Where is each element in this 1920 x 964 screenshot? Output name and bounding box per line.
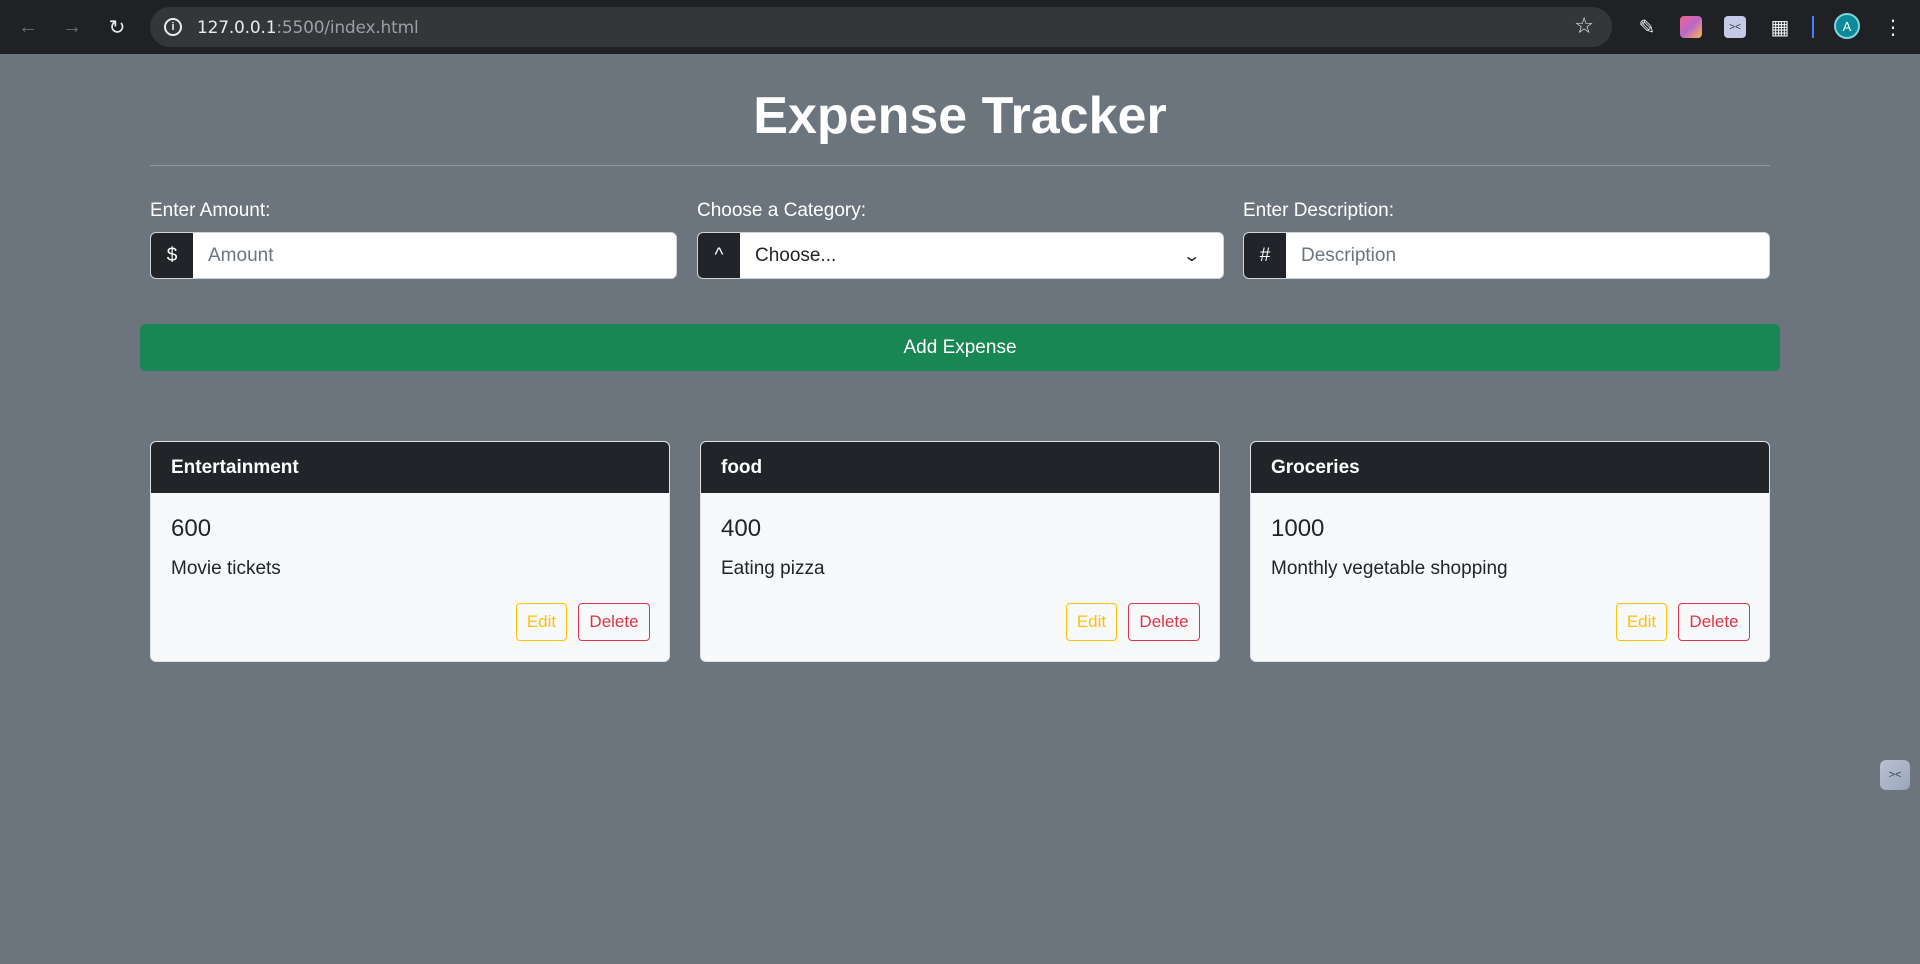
description-label: Enter Description: (1243, 200, 1395, 221)
extensions-puzzle-icon[interactable]: ▦ (1765, 12, 1795, 42)
edit-button[interactable]: Edit (516, 603, 567, 641)
hash-addon: # (1244, 233, 1286, 278)
category-selected-value: Choose... (755, 244, 837, 266)
title-divider (150, 165, 1770, 166)
url-host: 127.0.0.1 (197, 18, 277, 38)
amount-label: Enter Amount: (150, 200, 271, 221)
extension-face-icon[interactable]: >< (1720, 12, 1750, 42)
description-input[interactable] (1286, 233, 1769, 278)
bookmark-star-icon[interactable]: ☆ (1574, 13, 1594, 39)
chevron-down-icon: ⌄ (1181, 247, 1201, 265)
toolbar-divider (1812, 16, 1814, 38)
url-text[interactable]: 127.0.0.1:5500/index.html (197, 18, 419, 38)
category-label: Choose a Category: (697, 200, 866, 221)
address-bar[interactable]: i 127.0.0.1:5500/index.html ☆ (150, 7, 1612, 47)
expense-card: Entertainment 600 Movie tickets Edit Del… (150, 441, 670, 662)
caret-addon: ^ (698, 233, 740, 278)
expense-description: Monthly vegetable shopping (1271, 558, 1508, 579)
url-path: :5500/index.html (276, 18, 419, 38)
forward-icon[interactable]: → (58, 13, 86, 41)
site-info-icon[interactable]: i (164, 18, 182, 36)
page-title: Expense Tracker (753, 87, 1167, 145)
reload-icon[interactable]: ↻ (103, 13, 131, 41)
expense-card: Groceries 1000 Monthly vegetable shoppin… (1250, 441, 1770, 662)
description-field-group: Enter Description: # (1243, 200, 1770, 279)
delete-button[interactable]: Delete (1678, 603, 1750, 641)
add-expense-button[interactable]: Add Expense (140, 324, 1780, 371)
page-content: Expense Tracker Enter Amount: $ Choose a… (0, 54, 1920, 964)
amount-field-group: Enter Amount: $ (150, 200, 677, 279)
delete-button[interactable]: Delete (578, 603, 650, 641)
amount-input[interactable] (193, 233, 676, 278)
profile-avatar[interactable]: A (1834, 13, 1860, 39)
category-select[interactable]: Choose... ⌄ (740, 233, 1223, 278)
more-menu-icon[interactable]: ⋮ (1878, 12, 1908, 42)
eyedropper-icon[interactable]: ✎ (1632, 12, 1662, 42)
back-icon[interactable]: ← (14, 13, 42, 41)
expense-category: Entertainment (151, 442, 669, 493)
floating-extension-icon[interactable]: >< (1880, 760, 1910, 790)
delete-button[interactable]: Delete (1128, 603, 1200, 641)
expense-category: Groceries (1251, 442, 1769, 493)
category-field-group: Choose a Category: ^ Choose... ⌄ (697, 200, 1224, 279)
edit-button[interactable]: Edit (1616, 603, 1667, 641)
expense-amount: 1000 (1271, 515, 1325, 542)
browser-toolbar: ← → ↻ i 127.0.0.1:5500/index.html ☆ ✎ ><… (0, 0, 1920, 54)
dollar-addon: $ (151, 233, 193, 278)
expense-description: Movie tickets (171, 558, 281, 579)
expense-card: food 400 Eating pizza Edit Delete (700, 441, 1220, 662)
edit-button[interactable]: Edit (1066, 603, 1117, 641)
expense-category: food (701, 442, 1219, 493)
expense-description: Eating pizza (721, 558, 825, 579)
extension-gradient-icon[interactable] (1676, 12, 1706, 42)
expense-amount: 400 (721, 515, 762, 542)
expense-amount: 600 (171, 515, 212, 542)
